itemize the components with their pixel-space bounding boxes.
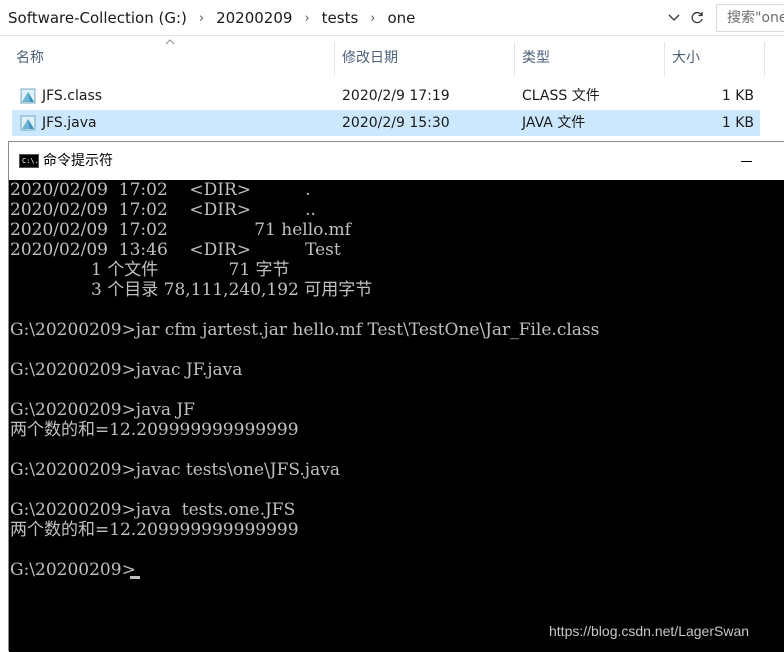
search-input[interactable]: 搜索"one" (716, 4, 784, 32)
column-header-size[interactable]: 大小 (664, 36, 764, 80)
address-bar[interactable]: Software-Collection (G:) › 20200209 › te… (0, 0, 784, 36)
console-line: G:\20200209>java JF (10, 400, 195, 420)
file-modified: 2020/2/9 15:30 (342, 115, 450, 131)
file-name[interactable]: JFS.class (42, 83, 102, 109)
column-header-type[interactable]: 类型 (514, 36, 664, 80)
console-line: 2020/02/09 17:02 <DIR> . (10, 180, 311, 200)
column-header-modified[interactable]: 修改日期 (334, 36, 514, 80)
file-row-jfs-java[interactable]: JFS.java 2020/2/9 15:30 JAVA 文件 1 KB (12, 110, 760, 136)
cmd-title-bar[interactable]: C:\. 命令提示符 (9, 142, 784, 180)
file-type: CLASS 文件 (522, 88, 600, 104)
file-type: JAVA 文件 (522, 115, 586, 131)
terminal-icon: C:\. (19, 154, 39, 168)
breadcrumb-folder-20200209[interactable]: 20200209 (208, 9, 296, 27)
console-line: 两个数的和=12.209999999999999 (10, 520, 299, 540)
console-line: 3 个目录 78,111,240,192 可用字节 (10, 280, 373, 300)
breadcrumb: Software-Collection (G:) › 20200209 › te… (0, 0, 419, 36)
file-name[interactable]: JFS.java (42, 110, 97, 136)
refresh-icon[interactable] (687, 8, 707, 28)
minimize-icon (740, 160, 752, 162)
file-row-jfs-class[interactable]: JFS.class 2020/2/9 17:19 CLASS 文件 1 KB (12, 83, 760, 109)
file-modified: 2020/2/9 17:19 (342, 88, 450, 104)
breadcrumb-folder-tests[interactable]: tests (314, 9, 363, 27)
breadcrumb-folder-one[interactable]: one (379, 9, 419, 27)
file-size: 1 KB (721, 88, 754, 104)
minimize-button[interactable] (731, 142, 761, 180)
cmd-window-title: 命令提示符 (43, 153, 113, 169)
class-file-icon (20, 88, 36, 104)
breadcrumb-separator[interactable]: › (362, 11, 379, 26)
console-line: G:\20200209>jar cfm jartest.jar hello.mf… (10, 320, 600, 340)
console-line: G:\20200209>javac JF.java (10, 360, 243, 380)
console-line: G:\20200209>java tests.one.JFS (10, 500, 296, 520)
file-size: 1 KB (721, 115, 754, 131)
console-output[interactable]: 2020/02/09 17:02 <DIR> . 2020/02/09 17:02… (9, 180, 784, 652)
column-header-name[interactable]: 名称 (8, 36, 334, 80)
column-headers: 名称 修改日期 类型 大小 (0, 36, 784, 80)
column-divider[interactable] (764, 42, 765, 76)
breadcrumb-drive[interactable]: Software-Collection (G:) (0, 9, 191, 27)
console-line: 两个数的和=12.209999999999999 (10, 420, 299, 440)
console-line: 2020/02/09 13:46 <DIR> Test (10, 240, 341, 260)
breadcrumb-separator[interactable]: › (191, 11, 208, 26)
console-line: 1 个文件 71 字节 (10, 260, 290, 280)
command-prompt-window[interactable]: C:\. 命令提示符 2020/02/09 17:02 <DIR> . 2020/… (8, 141, 784, 652)
java-file-icon (20, 115, 36, 131)
breadcrumb-separator[interactable]: › (296, 11, 313, 26)
console-line: 2020/02/09 17:02 <DIR> .. (10, 200, 316, 220)
watermark-text: https://blog.csdn.net/LagerSwan (549, 623, 750, 639)
console-line: G:\20200209>javac tests\one\JFS.java (10, 460, 340, 480)
chevron-down-icon[interactable] (664, 8, 684, 28)
console-line: G:\20200209> (10, 560, 136, 580)
console-line: 2020/02/09 17:02 71 hello.mf (10, 220, 351, 240)
